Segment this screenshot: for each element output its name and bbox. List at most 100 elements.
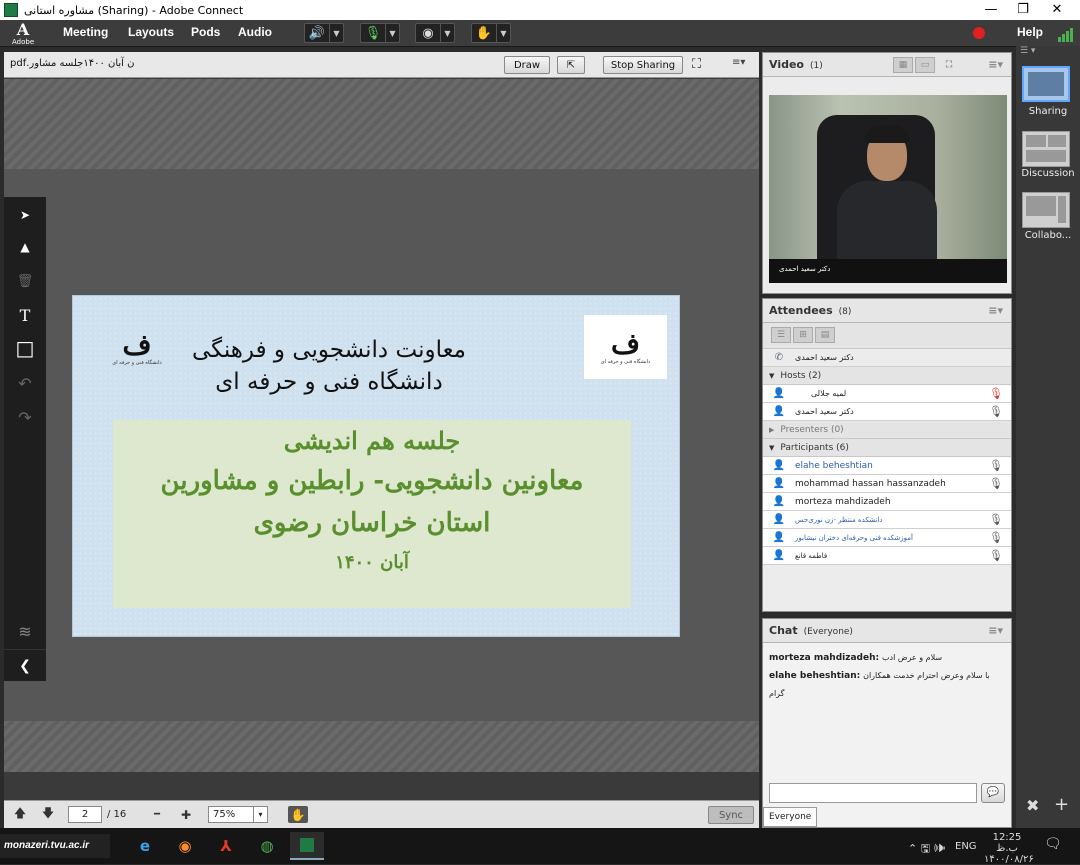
layout-thumb-collaboration[interactable] (1022, 192, 1070, 228)
trash-icon[interactable]: 🗑 (4, 265, 46, 297)
menu-help[interactable]: Help (1017, 25, 1043, 39)
firefox-icon[interactable]: ◉ (168, 832, 202, 860)
microphone-icon: 🎙 (989, 387, 1003, 400)
chevron-down-icon[interactable]: ▼ (440, 24, 454, 42)
text-tool-icon[interactable]: T (4, 299, 46, 331)
chevron-down-icon[interactable]: ▼ (385, 24, 399, 42)
chat-input[interactable] (769, 783, 977, 803)
system-tray-icons[interactable]: ⌃ 🖫 🕪 (908, 840, 945, 859)
add-layout-icon[interactable]: + (1054, 794, 1069, 815)
microphone-icon: 🎙 (989, 549, 1003, 562)
close-button[interactable]: ✕ (1040, 0, 1074, 20)
pdf-slide: ف دانشگاه فنی و حرفه ای معاونت دانشجویی … (72, 295, 680, 637)
hosts-group[interactable]: ▼ Hosts (2) (763, 367, 1011, 385)
page-up-icon[interactable]: 🡅 (12, 806, 28, 823)
chevron-down-icon: ▼ (769, 443, 775, 452)
host-user-icon: 👤 (772, 406, 786, 417)
layout-label-collaboration[interactable]: Collabo... (1018, 230, 1078, 241)
chevron-down-icon[interactable]: ▼ (329, 24, 343, 42)
pod-menu-icon[interactable]: ≡▾ (988, 58, 1003, 71)
redo-icon[interactable]: ↷ (4, 401, 46, 433)
breakout-view-icon[interactable]: ⊞ (793, 327, 813, 343)
attendee-row[interactable]: 👤 elahe beheshtian 🎙 (763, 457, 1011, 475)
fullscreen-icon[interactable]: ⛶ (692, 57, 701, 72)
connection-signal-icon (1058, 26, 1076, 42)
marker-tool-icon[interactable]: ▲ (4, 231, 46, 263)
page-down-icon[interactable]: 🡇 (40, 806, 56, 823)
participant-user-icon: 👤 (772, 496, 786, 507)
chat-message: morteza mahdizadeh: سلام و عرض ادب (769, 653, 943, 663)
speaker-button[interactable]: 🔊 ▼ (304, 23, 344, 43)
layers-icon[interactable]: ≋ (4, 615, 46, 647)
pod-menu-icon[interactable]: ≡▾ (988, 304, 1003, 317)
internet-explorer-icon[interactable]: e (128, 832, 162, 860)
raise-hand-button[interactable]: ✋ ▼ (471, 23, 511, 43)
stop-sharing-button[interactable]: Stop Sharing (603, 56, 683, 74)
attendee-row[interactable]: 👤 فاطمه قانع 🎙 (763, 547, 1011, 565)
attendee-row[interactable]: 👤 لمیه جلالی 🎙 (763, 385, 1011, 403)
restore-button[interactable]: ❐ (1006, 0, 1040, 20)
chat-tab-everyone[interactable]: Everyone (763, 807, 817, 827)
menu-meeting[interactable]: Meeting (63, 25, 108, 39)
layout-label-sharing[interactable]: Sharing (1018, 106, 1078, 117)
layouts-panel-grip[interactable]: ☰ ▾ (1020, 46, 1076, 60)
chrome-icon[interactable]: ◍ (250, 832, 284, 860)
video-caption: دکتر سعید احمدی (769, 259, 1007, 283)
page-number-input[interactable]: 2 (68, 806, 102, 823)
shared-file-name: ن آبان ۱۴۰۰جلسه مشاور.pdf (10, 58, 135, 69)
close-layouts-icon[interactable]: ✖ (1026, 796, 1039, 815)
acrobat-icon[interactable]: ⅄ (209, 832, 243, 860)
selection-tool-icon[interactable]: ➤ (4, 199, 46, 231)
collapse-toolbar-icon[interactable]: ❮ (4, 649, 46, 681)
zoom-select[interactable]: 75% ▾ (208, 806, 268, 823)
microphone-icon: 🎙 (989, 459, 1003, 472)
grid-view-icon[interactable]: ▦ (893, 57, 913, 73)
university-logo-right: ف دانشگاه فنی و حرفه ای (584, 315, 667, 379)
attendee-row[interactable]: 👤 mohammad hassan hassanzadeh 🎙 (763, 475, 1011, 493)
pod-menu-icon[interactable]: ≡▾ (988, 624, 1003, 637)
zoom-out-icon[interactable]: ━ (149, 806, 165, 823)
webcam-button[interactable]: ◉ ▼ (415, 23, 455, 43)
layouts-panel: ☰ ▾ Sharing Discussion Collabo... ✖ + (1016, 46, 1080, 828)
filmstrip-view-icon[interactable]: ▭ (915, 57, 935, 73)
undo-icon[interactable]: ↶ (4, 367, 46, 399)
slide-subheading: معاونین دانشجویی- رابطین و مشاورین (160, 466, 584, 496)
layout-thumb-sharing[interactable] (1022, 66, 1070, 102)
attendees-view-toolbar: ☰ ⊞ ▤ (763, 323, 1011, 349)
layout-thumb-discussion[interactable] (1022, 131, 1070, 167)
chevron-down-icon[interactable]: ▾ (253, 807, 267, 822)
rectangle-tool-icon[interactable]: □ (4, 332, 46, 364)
record-indicator-icon[interactable] (973, 27, 985, 39)
attendee-row[interactable]: 👤 دکتر سعید احمدی 🎙 (763, 403, 1011, 421)
list-view-icon[interactable]: ☰ (771, 327, 791, 343)
participants-group[interactable]: ▼ Participants (6) (763, 439, 1011, 457)
hand-tool-icon[interactable]: ✋ (288, 806, 308, 823)
notifications-icon[interactable]: 🗨 (1044, 836, 1062, 852)
chevron-down-icon[interactable]: ▼ (496, 24, 510, 42)
share-pod-footer: 🡅 🡇 2 / 16 ━ ✚ 75% ▾ ✋ Sync (4, 800, 759, 828)
send-message-icon[interactable]: 💬 (981, 783, 1005, 803)
pod-menu-icon[interactable]: ≡▾ (732, 57, 745, 68)
adobe-connect-taskbar-icon[interactable] (290, 832, 324, 860)
microphone-button[interactable]: 🎙 ▼ (360, 23, 400, 43)
attendee-row[interactable]: 👤 morteza mahdizadeh (763, 493, 1011, 511)
minimize-button[interactable]: — (974, 0, 1008, 20)
attendees-pod: Attendees (8) ≡▾ ☰ ⊞ ▤ ✆ دکتر سعید احمدی ▼… (762, 298, 1012, 612)
attendee-row[interactable]: 👤 آموزشکده فنی وحرفه‌ای دختران نیشابور 🎙 (763, 529, 1011, 547)
zoom-in-icon[interactable]: ✚ (178, 806, 194, 823)
slide-date: آبان ۱۴۰۰ (335, 552, 409, 573)
menu-audio[interactable]: Audio (238, 25, 272, 39)
self-status-row[interactable]: ✆ دکتر سعید احمدی (763, 349, 1011, 367)
layout-label-discussion[interactable]: Discussion (1018, 168, 1078, 179)
fullscreen-icon[interactable]: ⛶ (939, 57, 959, 73)
clock[interactable]: 12:25 ب.ظ ۱۴۰۰/۰۸/۲۶ (984, 832, 1034, 865)
menu-layouts[interactable]: Layouts (128, 25, 174, 39)
attendee-row[interactable]: 👤 دانشکده منتظر -زن نوری‌حس 🎙 (763, 511, 1011, 529)
draw-button[interactable]: Draw (504, 56, 550, 74)
presenters-group[interactable]: ▶ Presenters (0) (763, 421, 1011, 439)
status-view-icon[interactable]: ▤ (815, 327, 835, 343)
sync-pointer-button[interactable]: ⇱ (557, 56, 585, 74)
sync-button[interactable]: Sync (708, 806, 754, 824)
language-indicator[interactable]: ENG (955, 841, 977, 852)
menu-pods[interactable]: Pods (191, 25, 220, 39)
